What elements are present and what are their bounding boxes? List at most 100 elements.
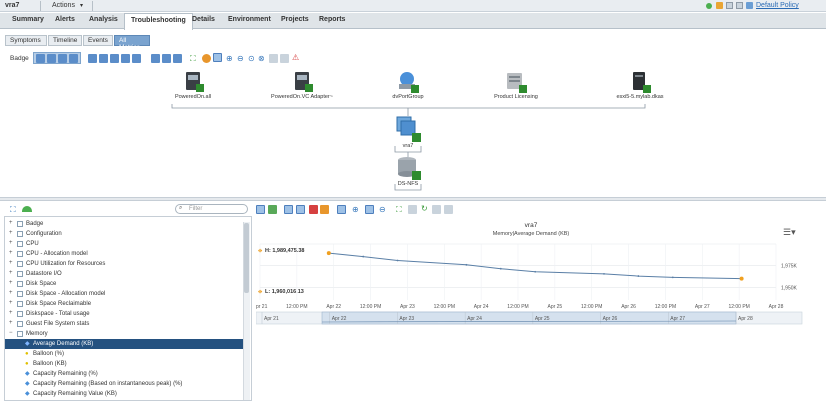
- object-name: vra7: [5, 2, 20, 9]
- node-label: dvPortGroup: [392, 94, 424, 100]
- tree-item-cpu[interactable]: + CPU: [5, 239, 245, 249]
- download-csv-icon[interactable]: [444, 205, 453, 214]
- tab-summary[interactable]: Summary: [12, 16, 44, 23]
- search-input[interactable]: ⌕ Filter: [175, 204, 248, 214]
- data-point: [499, 267, 502, 270]
- zoom-out-icon[interactable]: ⊖: [379, 205, 386, 214]
- node-label: Product Licensing: [494, 94, 538, 100]
- tree-item-disk-space[interactable]: + Disk Space: [5, 279, 245, 289]
- y-tick-label: 1,950K: [781, 285, 798, 291]
- x-tick-label: 12:00 PM: [507, 304, 528, 310]
- search-placeholder: Filter: [189, 206, 203, 212]
- tree-item-capacity-remaining[interactable]: ◆ Capacity Remaining (%): [5, 369, 245, 379]
- x-tick-label: Apr 24: [474, 304, 489, 310]
- tab-projects[interactable]: Projects: [281, 16, 309, 23]
- tab-alerts[interactable]: Alerts: [55, 16, 75, 23]
- dynamic-threshold-icon[interactable]: [320, 205, 329, 214]
- tab-environment[interactable]: Environment: [228, 16, 271, 23]
- alert-icon[interactable]: [716, 2, 723, 9]
- tab-reports[interactable]: Reports: [319, 16, 345, 23]
- x-tick-label: 12:00 PM: [360, 304, 381, 310]
- x-tick-label: 12:00 PM: [286, 304, 307, 310]
- zoom-in-icon[interactable]: ⊕: [352, 205, 359, 214]
- metric-icon: ◆: [25, 391, 30, 397]
- x-tick-label: 12:00 PM: [434, 304, 455, 310]
- tree-item-configuration[interactable]: + Configuration: [5, 229, 245, 239]
- virtual-machine-icon: [396, 116, 421, 142]
- actions-menu[interactable]: Actions: [52, 2, 75, 9]
- node-vra7[interactable]: vra7: [393, 115, 423, 149]
- tree-item-memory[interactable]: − Memory: [5, 329, 245, 339]
- zoom-view-icon[interactable]: [365, 205, 374, 214]
- tree-item-balloon-pct[interactable]: ● Balloon (%): [5, 349, 245, 359]
- chart-type-icon[interactable]: [256, 205, 265, 214]
- info-icon[interactable]: [726, 2, 733, 9]
- tree-item-cpu-utilization[interactable]: + CPU Utilization for Resources: [5, 259, 245, 269]
- tree-item-diskspace-total[interactable]: + Diskspace - Total usage: [5, 309, 245, 319]
- tree-item-capacity-remaining-value[interactable]: ◆ Capacity Remaining Value (KB): [5, 389, 245, 399]
- datastore-icon: [398, 157, 421, 180]
- subtab-all-metrics[interactable]: All Metrics: [114, 35, 150, 51]
- tree-item-disk-space-allocation[interactable]: + Disk Space - Allocation model: [5, 289, 245, 299]
- data-point: [326, 251, 331, 256]
- line-chart[interactable]: Apr 21 12:00 PM Apr 22 12:00 PM Apr 23 12:00 …: [256, 216, 806, 328]
- node-label: esxi5-5.mylab.dkas: [616, 94, 664, 100]
- x-tick-label: Apr 23: [400, 304, 415, 310]
- zoom-all-icon[interactable]: [337, 205, 346, 214]
- node-poweredon-all[interactable]: PoweredOn.all: [168, 70, 218, 100]
- licensing-icon: [507, 73, 527, 93]
- tree-item-badge[interactable]: + Badge: [5, 219, 245, 229]
- chevron-down-icon[interactable]: ▾: [80, 2, 83, 9]
- node-product-licensing[interactable]: Product Licensing: [488, 70, 544, 100]
- divider: [92, 1, 93, 11]
- refresh-icon[interactable]: ↻: [421, 204, 428, 213]
- node-esxi-host[interactable]: esxi5-5.mylab.dkas: [605, 70, 675, 100]
- stacked-chart-icon[interactable]: [296, 205, 305, 214]
- tree-item-capacity-remaining-peak[interactable]: ◆ Capacity Remaining (Based on instantane…: [5, 379, 245, 389]
- metric-icon: ●: [25, 351, 29, 357]
- data-point: [739, 276, 744, 281]
- x-tick-label: Apr 28: [769, 304, 784, 310]
- node-poweredon-vc-adapter[interactable]: PoweredOn.VC Adapter~: [262, 70, 342, 100]
- tree-item-guest-fs[interactable]: + Guest File System stats: [5, 319, 245, 329]
- trend-line-icon[interactable]: [268, 205, 277, 214]
- health-metric-icon[interactable]: [22, 206, 32, 212]
- tree-item-datastore-io[interactable]: + Datastore I/O: [5, 269, 245, 279]
- pane-splitter[interactable]: [0, 197, 826, 201]
- tab-details[interactable]: Details: [192, 16, 215, 23]
- node-label: vra7: [402, 143, 414, 149]
- tab-analysis[interactable]: Analysis: [89, 16, 118, 23]
- node-label: PoweredOn.all: [174, 94, 212, 100]
- node-ds-nfs[interactable]: DS-NFS: [393, 155, 423, 187]
- date-range-icon[interactable]: [408, 205, 417, 214]
- subtab-timeline[interactable]: Timeline: [48, 35, 82, 46]
- navigator-tick-label: Apr 25: [535, 316, 550, 322]
- fullscreen-icon[interactable]: ⛶: [396, 205, 402, 214]
- default-policy-link[interactable]: Default Policy: [756, 2, 799, 9]
- expand-all-icon[interactable]: ⛶: [10, 205, 16, 214]
- navigator-tick-label: Apr 22: [332, 316, 347, 322]
- anomalies-icon[interactable]: [309, 205, 318, 214]
- tree-item-balloon-kb[interactable]: ● Balloon (KB): [5, 359, 245, 369]
- host-server-icon: [633, 72, 651, 93]
- edit-icon[interactable]: [736, 2, 743, 9]
- split-charts-icon[interactable]: [284, 205, 293, 214]
- tree-item-disk-space-reclaimable[interactable]: + Disk Space Reclaimable: [5, 299, 245, 309]
- navigator-tick-label: Apr 23: [399, 316, 414, 322]
- tree-scrollbar-thumb[interactable]: [244, 223, 249, 293]
- x-tick-label: Apr 27: [695, 304, 710, 310]
- node-dvportgroup[interactable]: dvPortGroup: [385, 70, 431, 100]
- tree-item-average-demand[interactable]: ◆ Average Demand (KB): [5, 339, 245, 349]
- title-bar: vra7 Actions ▾ Default Policy: [0, 0, 826, 12]
- subtab-events[interactable]: Events: [83, 35, 113, 46]
- tree-item-cpu-allocation[interactable]: + CPU - Allocation model: [5, 249, 245, 259]
- subtab-symptoms[interactable]: Symptoms: [5, 35, 47, 46]
- vm-folder-icon: [186, 72, 204, 92]
- divider: [40, 1, 41, 11]
- vm-folder-icon: [295, 72, 313, 92]
- x-tick-label: 12:00 PM: [655, 304, 676, 310]
- save-snapshot-icon[interactable]: [432, 205, 441, 214]
- navigator-tick-label: Apr 21: [264, 316, 279, 322]
- metric-tree: + Badge + Configuration + CPU + CPU - Alloca…: [4, 216, 252, 401]
- tab-troubleshooting[interactable]: Troubleshooting: [124, 13, 193, 30]
